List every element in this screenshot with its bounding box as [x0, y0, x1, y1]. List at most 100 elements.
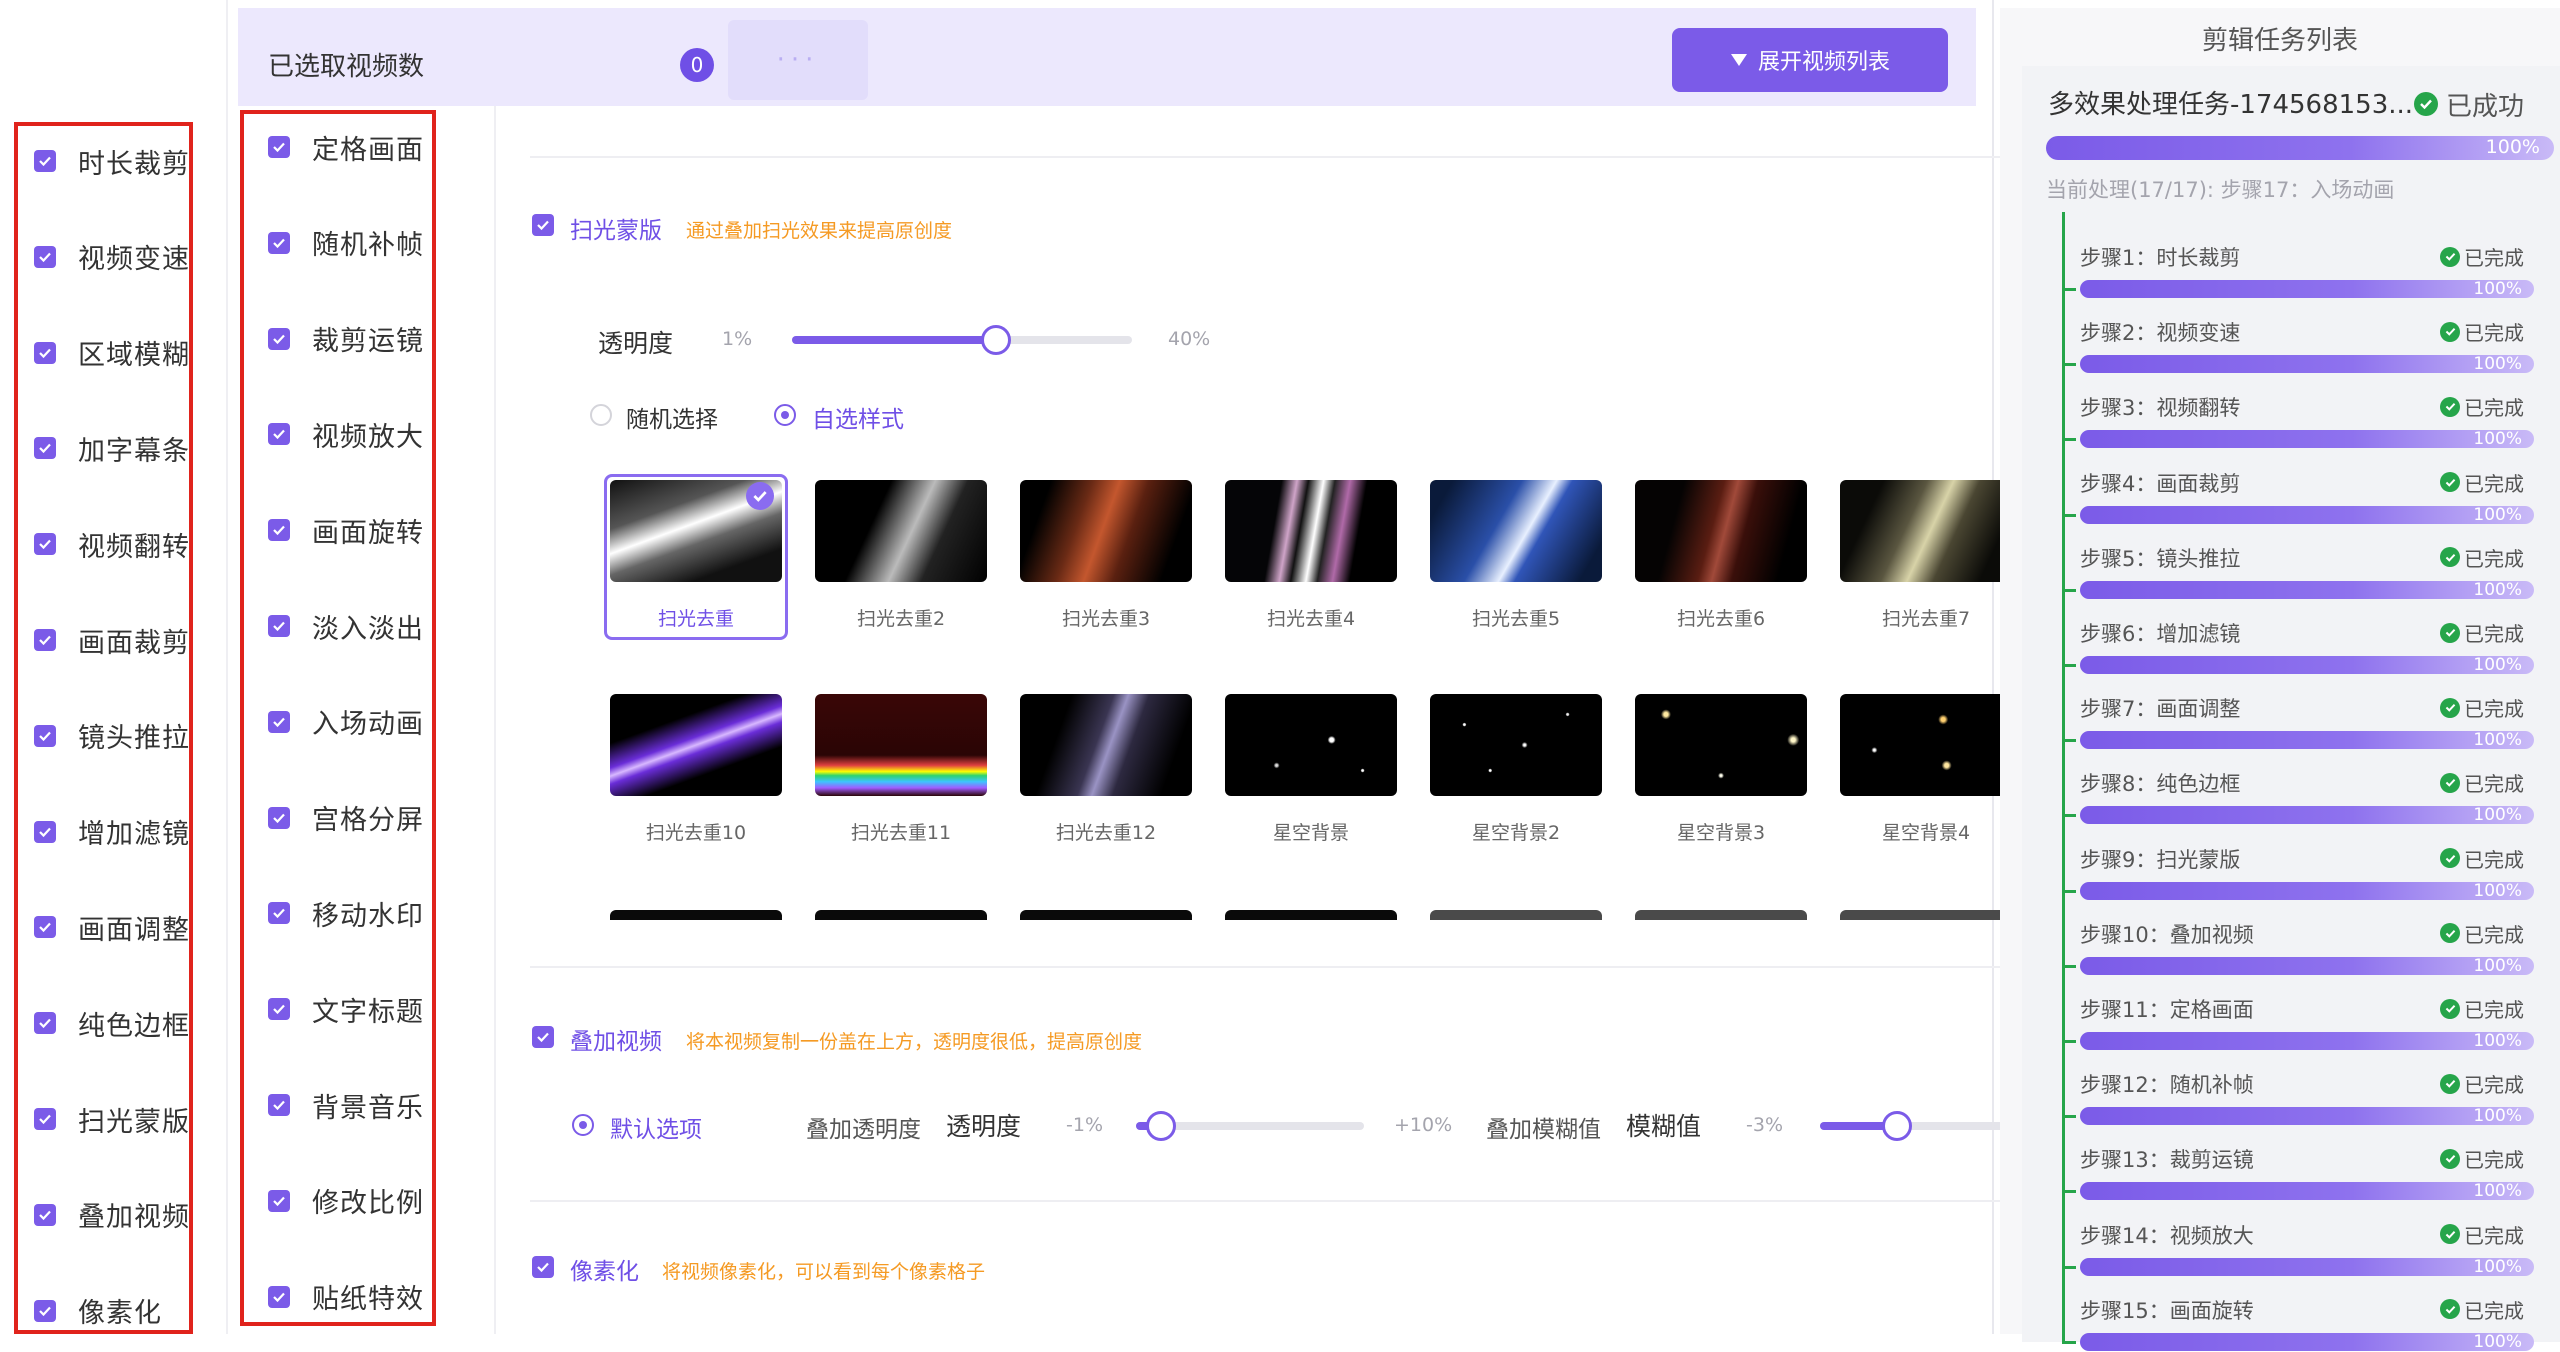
style-thumbnail[interactable]: [1635, 480, 1807, 582]
effect-checkbox[interactable]: [268, 710, 290, 733]
effect-option[interactable]: 背景音乐: [244, 1080, 432, 1130]
default-option-radio[interactable]: [572, 1114, 594, 1136]
style-thumbnail[interactable]: [1020, 910, 1192, 920]
step-connector: [2062, 288, 2076, 291]
effect-option[interactable]: 叠加视频: [18, 1190, 189, 1240]
style-thumbnail[interactable]: [610, 910, 782, 920]
style-thumbnail[interactable]: [1225, 694, 1397, 796]
effect-option[interactable]: 定格画面: [244, 122, 432, 172]
effect-checkbox[interactable]: [268, 136, 290, 158]
style-thumbnail[interactable]: [1840, 694, 2012, 796]
effect-checkbox[interactable]: [268, 1094, 290, 1116]
effect-checkbox[interactable]: [34, 150, 56, 172]
style-thumbnail[interactable]: [815, 480, 987, 582]
style-thumbnail[interactable]: [1840, 480, 2012, 582]
style-thumbnail[interactable]: [815, 910, 987, 920]
step-status-text: 已完成: [2464, 922, 2524, 947]
style-thumbnail[interactable]: [815, 694, 987, 796]
step-progress-text: 100%: [2473, 805, 2522, 826]
effect-option[interactable]: 文字标题: [244, 984, 432, 1034]
effect-option[interactable]: 修改比例: [244, 1176, 432, 1226]
effect-option[interactable]: 加字幕条: [18, 423, 189, 473]
effect-checkbox[interactable]: [268, 902, 290, 925]
style-thumbnail[interactable]: [1225, 480, 1397, 582]
effect-option[interactable]: 入场动画: [244, 697, 432, 747]
effect-option[interactable]: 画面旋转: [244, 505, 432, 555]
opacity-slider[interactable]: [792, 325, 1132, 355]
success-check-icon: [2414, 92, 2438, 116]
effect-option[interactable]: 纯色边框: [18, 998, 189, 1048]
sweep-mask-checkbox[interactable]: [532, 214, 554, 236]
effect-checkbox[interactable]: [268, 1189, 290, 1212]
effect-option[interactable]: 移动水印: [244, 888, 432, 938]
effect-checkbox[interactable]: [34, 533, 56, 556]
effect-checkbox[interactable]: [34, 916, 56, 939]
style-thumbnail[interactable]: [610, 694, 782, 796]
effect-checkbox[interactable]: [34, 1012, 56, 1035]
effect-option[interactable]: 像素化: [18, 1286, 189, 1336]
expand-video-list-button[interactable]: 展开视频列表: [1672, 28, 1948, 92]
effect-option[interactable]: 视频放大: [244, 409, 432, 459]
more-button[interactable]: ···: [728, 20, 868, 100]
effect-checkbox[interactable]: [34, 341, 56, 364]
style-thumbnail[interactable]: [1225, 910, 1397, 920]
effect-option[interactable]: 视频翻转: [18, 519, 189, 569]
effect-checkbox[interactable]: [34, 1299, 56, 1322]
effect-label: 扫光蒙版: [78, 1106, 190, 1138]
style-thumbnail[interactable]: [1430, 694, 1602, 796]
effect-label: 移动水印: [312, 900, 424, 932]
effect-checkbox[interactable]: [268, 231, 290, 254]
effect-checkbox[interactable]: [268, 998, 290, 1021]
overlay-blur-slider[interactable]: [1820, 1111, 2028, 1141]
effect-option[interactable]: 画面调整: [18, 902, 189, 952]
style-thumbnail[interactable]: [1635, 694, 1807, 796]
effect-option[interactable]: 贴纸特效: [244, 1272, 432, 1322]
effect-checkbox[interactable]: [34, 724, 56, 747]
effect-option[interactable]: 宫格分屏: [244, 793, 432, 843]
step-progress-bar: 100%: [2080, 279, 2534, 299]
effect-option[interactable]: 裁剪运镜: [244, 314, 432, 364]
effect-checkbox[interactable]: [268, 806, 290, 829]
effect-checkbox[interactable]: [268, 519, 290, 542]
overlay-opacity-slider[interactable]: [1136, 1111, 1364, 1141]
step-progress-text: 100%: [2473, 429, 2522, 450]
style-thumbnail[interactable]: [1020, 694, 1192, 796]
style-thumbnail[interactable]: [1020, 480, 1192, 582]
effect-option[interactable]: 扫光蒙版: [18, 1094, 189, 1144]
effect-option[interactable]: 增加滤镜: [18, 807, 189, 857]
effect-option[interactable]: 区域模糊: [18, 328, 189, 378]
effect-option[interactable]: 画面裁剪: [18, 615, 189, 665]
style-thumbnail[interactable]: [1430, 910, 1602, 920]
effect-checkbox[interactable]: [34, 437, 56, 460]
opacity-label: 透明度: [598, 329, 674, 358]
step-connector: [2062, 1040, 2076, 1043]
style-thumbnail[interactable]: [1635, 910, 1807, 920]
effect-option[interactable]: 随机补帧: [244, 218, 432, 268]
effect-option[interactable]: 镜头推拉: [18, 711, 189, 761]
step-status-text: 已完成: [2464, 396, 2524, 421]
pixelate-checkbox[interactable]: [532, 1256, 554, 1278]
effect-checkbox[interactable]: [34, 1108, 56, 1130]
effect-checkbox[interactable]: [34, 629, 56, 651]
random-select-radio[interactable]: [590, 404, 612, 426]
effect-checkbox[interactable]: [34, 820, 56, 843]
effect-checkbox[interactable]: [268, 327, 290, 350]
effect-option[interactable]: 视频变速: [18, 232, 189, 282]
overlay-blur-slider-handle[interactable]: [1882, 1111, 1912, 1141]
effect-checkbox[interactable]: [268, 1285, 290, 1308]
overlay-opacity-slider-handle[interactable]: [1146, 1111, 1176, 1141]
effect-option[interactable]: 淡入淡出: [244, 601, 432, 651]
effect-checkbox[interactable]: [268, 423, 290, 446]
effect-checkbox[interactable]: [34, 1203, 56, 1226]
task-card[interactable]: 多效果处理任务-174568153... 已成功 100% 当前处理(17/17…: [2022, 66, 2560, 1352]
opacity-slider-handle[interactable]: [981, 325, 1011, 355]
overlay-video-checkbox[interactable]: [532, 1026, 554, 1048]
custom-style-radio[interactable]: [774, 404, 796, 426]
step-label: 步骤1：时长裁剪: [2080, 246, 2241, 270]
style-thumbnail[interactable]: [1840, 910, 2012, 920]
effect-checkbox[interactable]: [34, 245, 56, 268]
style-thumbnail[interactable]: [1430, 480, 1602, 582]
effect-option[interactable]: 时长裁剪: [18, 136, 189, 186]
effect-checkbox[interactable]: [268, 615, 290, 637]
overlay-blur-label: 模糊值: [1626, 1112, 1702, 1141]
